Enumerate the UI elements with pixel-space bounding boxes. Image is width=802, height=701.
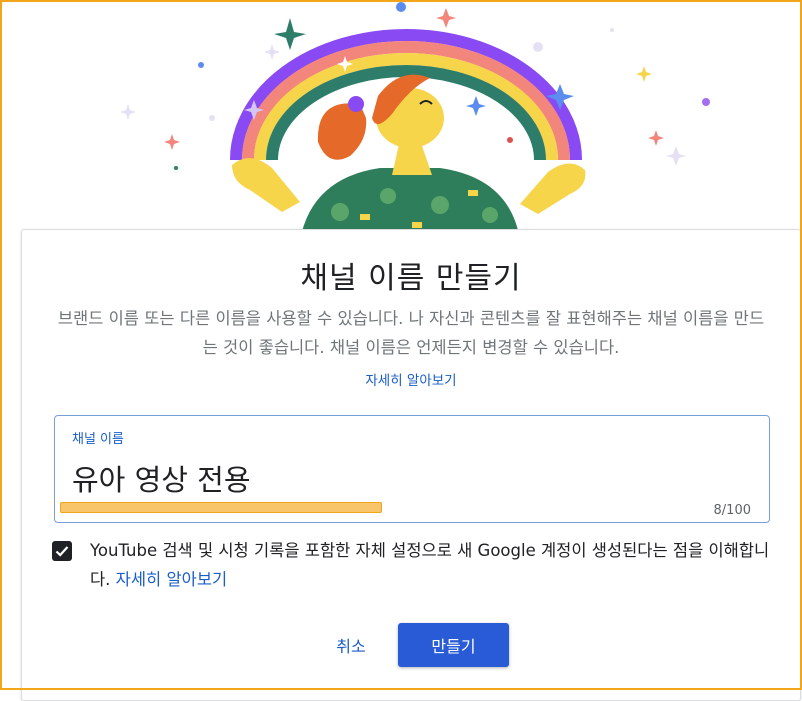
consent-learn-more-link[interactable]: 자세히 알아보기 bbox=[116, 570, 228, 589]
learn-more-link[interactable]: 자세히 알아보기 bbox=[22, 369, 800, 389]
input-highlight-mark bbox=[60, 502, 382, 513]
checkmark-icon bbox=[55, 546, 69, 557]
channel-name-input[interactable] bbox=[72, 458, 632, 498]
rainbow-illustration bbox=[120, 2, 710, 240]
cancel-button[interactable]: 취소 bbox=[319, 627, 383, 663]
dialog-title: 채널 이름 만들기 bbox=[300, 261, 522, 296]
channel-name-label: 채널 이름 bbox=[72, 432, 124, 447]
create-channel-dialog: 채널 이름 만들기 브랜드 이름 또는 다른 이름을 사용할 수 있습니다. 나… bbox=[21, 229, 801, 701]
character-counter: 8/100 bbox=[713, 503, 751, 518]
consent-checkbox[interactable] bbox=[52, 541, 72, 561]
dialog-description: 브랜드 이름 또는 다른 이름을 사용할 수 있습니다. 나 자신과 콘텐츠를 … bbox=[57, 309, 765, 357]
create-button[interactable]: 만들기 bbox=[398, 623, 509, 667]
channel-name-field[interactable]: 채널 이름 8/100 bbox=[54, 415, 770, 523]
consent-text: YouTube 검색 및 시청 기록을 포함한 자체 설정으로 새 Google… bbox=[90, 536, 770, 594]
